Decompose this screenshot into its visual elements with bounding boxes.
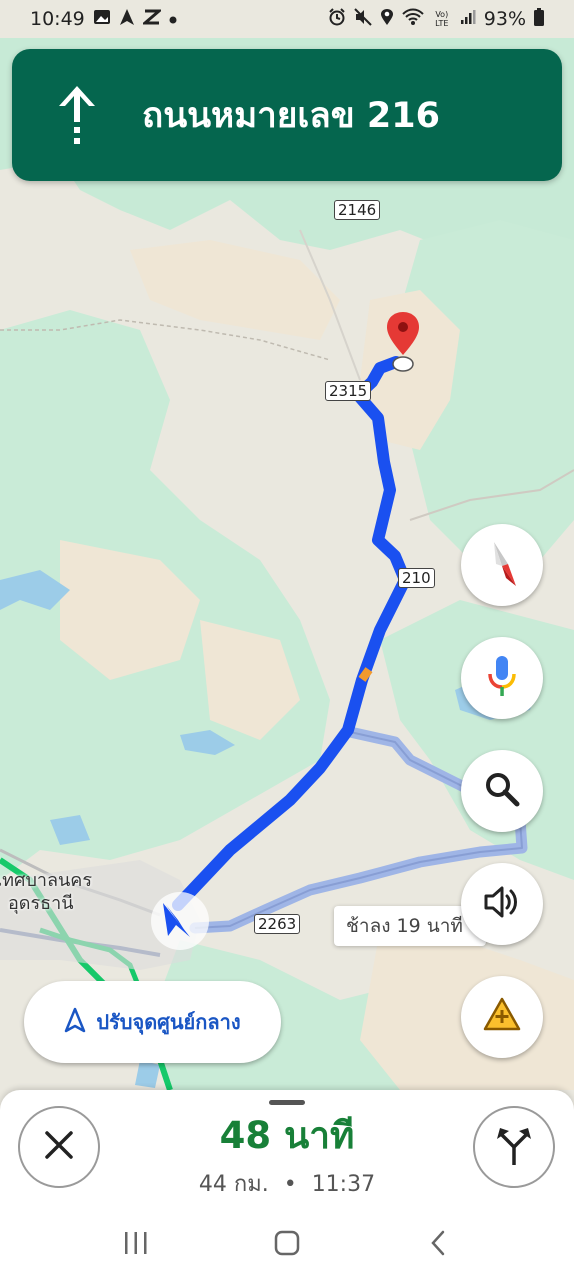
battery-icon (534, 8, 544, 30)
gallery-icon (93, 9, 111, 29)
report-incident-button[interactable] (461, 976, 543, 1058)
link-icon (140, 9, 163, 29)
recenter-label: ปรับจุดศูนย์กลาง (96, 1010, 241, 1034)
recent-apps-button[interactable] (106, 1213, 166, 1273)
battery-percent: 93% (483, 8, 526, 30)
road-shield: 2263 (254, 914, 301, 934)
system-navigation-bar (0, 1205, 574, 1280)
signal-icon (460, 9, 476, 29)
current-location-marker (151, 892, 209, 950)
place-label-line-2: อุดรธานี (8, 893, 74, 914)
road-shield: 2315 (325, 381, 372, 401)
street-name: ถนนหมายเลข 216 (142, 95, 440, 136)
road-shield: 210 (398, 568, 435, 588)
back-button[interactable] (408, 1213, 468, 1273)
straight-arrow-icon (12, 49, 142, 181)
search-icon (482, 769, 522, 813)
back-icon (431, 1230, 445, 1255)
trip-distance: 44 กม. (198, 1172, 269, 1197)
microphone-icon (485, 654, 519, 702)
search-button[interactable] (461, 750, 543, 832)
place-label-line-1: เทศบาลนคร (0, 870, 93, 891)
compass-button[interactable] (461, 524, 543, 606)
navigation-icon (119, 8, 135, 30)
dot-icon (169, 11, 177, 28)
trip-separator: • (283, 1172, 297, 1197)
recent-apps-icon (124, 1231, 147, 1254)
status-time: 10:49 (30, 8, 85, 30)
add-report-icon (482, 995, 522, 1039)
recenter-button[interactable]: ปรับจุดศูนย์กลาง (24, 981, 281, 1063)
navigation-instruction-banner[interactable]: ถนนหมายเลข 216 (12, 49, 562, 181)
mute-icon (354, 8, 372, 30)
status-bar: 10:49 Vo) LTE 93% (0, 0, 574, 38)
alternate-routes-button[interactable] (473, 1106, 555, 1188)
sheet-drag-handle[interactable] (269, 1100, 305, 1105)
navigation-arrow-icon (64, 1007, 86, 1037)
volte-icon: Vo) LTE (435, 10, 449, 28)
location-icon (380, 8, 394, 30)
home-button[interactable] (257, 1213, 317, 1273)
traffic-segment (358, 667, 373, 682)
voice-search-button[interactable] (461, 637, 543, 719)
arrival-time: 11:37 (311, 1172, 376, 1197)
alarm-icon (328, 8, 346, 30)
sound-button[interactable] (461, 863, 543, 945)
wifi-icon (402, 8, 424, 30)
road-shield: 2146 (334, 200, 381, 220)
volume-icon (482, 882, 522, 926)
home-icon (274, 1230, 300, 1255)
compass-icon (482, 538, 522, 592)
route-fork-icon (494, 1123, 534, 1171)
